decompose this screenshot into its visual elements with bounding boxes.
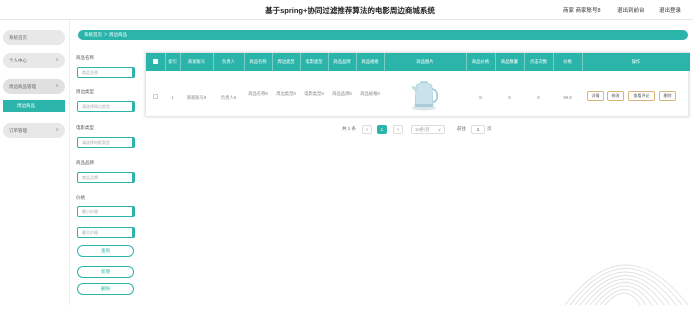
sidebar-item-orders[interactable]: 订单管理 ∨ <box>3 123 65 138</box>
header-spec: 商品规格 <box>361 59 379 64</box>
chevron-down-icon: ∨ <box>55 127 59 133</box>
cell-index: 1 <box>171 95 174 100</box>
table-header: 索引 商家账号 负责人 商品名称 周边类型 电影类型 商品品牌 商品规格 商品图… <box>146 53 690 71</box>
kettle-product-image <box>409 77 439 111</box>
product-name-input[interactable]: 商品名称 <box>77 67 135 78</box>
products-table: 索引 商家账号 负责人 商品名称 周边类型 电影类型 商品品牌 商品规格 商品图… <box>145 52 690 117</box>
app-title: 基于spring+协同过滤推荐算法的电影周边商城系统 <box>265 6 435 15</box>
page-size-value: 10条/页 <box>415 127 430 132</box>
sidebar-item-label: 订单管理 <box>9 128 27 133</box>
header-price2: 价格 <box>563 59 572 64</box>
goto-label: 前往 <box>457 126 466 131</box>
next-page-button[interactable]: > <box>393 125 403 134</box>
header-clicks: 点击次数 <box>529 59 548 64</box>
sidebar-subitem-products[interactable]: 周边商品 <box>3 100 65 112</box>
sidebar: 系统首页 个人中心 ∨ 周边商品管理 ∧ 周边商品 订单管理 ∨ <box>0 20 70 305</box>
header-type: 周边类型 <box>277 59 295 64</box>
cell-clicks: 8 <box>537 95 540 100</box>
goto-page-input[interactable]: 1 <box>471 125 485 134</box>
movie-type-select[interactable]: 请选择电影类型 <box>77 137 135 148</box>
top-bar: 基于spring+协同过滤推荐算法的电影周边商城系统 商家 商家账号8 退出到前… <box>0 0 693 20</box>
current-user: 商家 商家账号8 <box>563 8 601 14</box>
cell-price: 8 <box>479 95 482 100</box>
prev-page-button[interactable]: < <box>362 125 372 134</box>
header-brand: 商品品牌 <box>333 59 351 64</box>
page-suffix: 页 <box>487 126 492 131</box>
sidebar-item-profile[interactable]: 个人中心 ∨ <box>3 53 65 68</box>
cell-brand: 商品品牌8 <box>332 91 352 96</box>
chevron-down-icon: ∨ <box>55 57 59 63</box>
back-to-frontend-link[interactable]: 退出到前台 <box>617 6 645 14</box>
header-price: 商品价格 <box>471 59 490 64</box>
search-button[interactable]: 查询 <box>77 245 134 257</box>
peripheral-type-select[interactable]: 请选择周边类型 <box>77 101 135 112</box>
cell-type: 周边类型8 <box>276 91 296 96</box>
header-merchant: 商家账号 <box>187 59 206 64</box>
cell-spec: 商品规格8 <box>360 91 380 96</box>
header-index: 索引 <box>168 59 177 64</box>
sidebar-item-label: 系统首页 <box>9 35 27 40</box>
detail-button[interactable]: 详情 <box>587 91 604 101</box>
max-price-input[interactable]: 最大价格 <box>77 227 135 238</box>
cell-merchant: 商家账号8 <box>186 95 207 100</box>
sidebar-item-label: 周边商品管理 <box>9 84 36 89</box>
cell-movie-type: 电影类型8 <box>304 91 324 96</box>
header-quantity: 商品数量 <box>500 59 519 64</box>
delete-button[interactable]: 删除 <box>77 283 134 295</box>
peripheral-type-label: 周边类型 <box>76 89 94 94</box>
product-name-label: 商品名称 <box>76 55 94 60</box>
price-label: 价格 <box>76 195 85 200</box>
brand-label: 商品品牌 <box>76 160 94 165</box>
decorative-lines <box>560 240 693 310</box>
chevron-down-icon: ∨ <box>437 127 441 132</box>
min-price-input[interactable]: 最小价格 <box>77 206 135 217</box>
breadcrumb: 系统首页 ＞ 周边商品 <box>78 30 688 40</box>
page-size-select[interactable]: 10条/页 ∨ <box>411 125 445 134</box>
brand-input[interactable]: 商品品牌 <box>77 172 135 183</box>
sidebar-item-product-management[interactable]: 周边商品管理 ∧ <box>3 79 65 94</box>
logout-link[interactable]: 退出登录 <box>659 6 681 14</box>
header-image: 商品图片 <box>416 59 434 64</box>
add-button[interactable]: 新增 <box>77 266 134 278</box>
cell-name: 商品名称8 <box>248 91 268 96</box>
cell-price2: 99.9 <box>563 95 572 100</box>
header-owner: 负责人 <box>222 59 235 64</box>
sidebar-item-home[interactable]: 系统首页 <box>3 30 65 45</box>
page-1-button[interactable]: 1 <box>377 125 387 134</box>
chevron-up-icon: ∧ <box>55 83 59 89</box>
row-delete-button[interactable]: 删除 <box>659 91 676 101</box>
edit-button[interactable]: 修改 <box>607 91 624 101</box>
sidebar-item-label: 个人中心 <box>9 58 27 63</box>
header-name: 商品名称 <box>249 59 267 64</box>
total-count: 共 1 条 <box>342 126 357 131</box>
header-movie-type: 电影类型 <box>305 59 323 64</box>
movie-type-label: 电影类型 <box>76 125 94 130</box>
view-comments-button[interactable]: 查看评论 <box>628 91 655 101</box>
cell-owner: 负责人8 <box>220 95 237 100</box>
select-all-checkbox[interactable] <box>153 59 158 64</box>
row-checkbox[interactable] <box>153 94 158 99</box>
cell-quantity: 8 <box>508 95 511 100</box>
header-actions: 操作 <box>631 59 641 64</box>
